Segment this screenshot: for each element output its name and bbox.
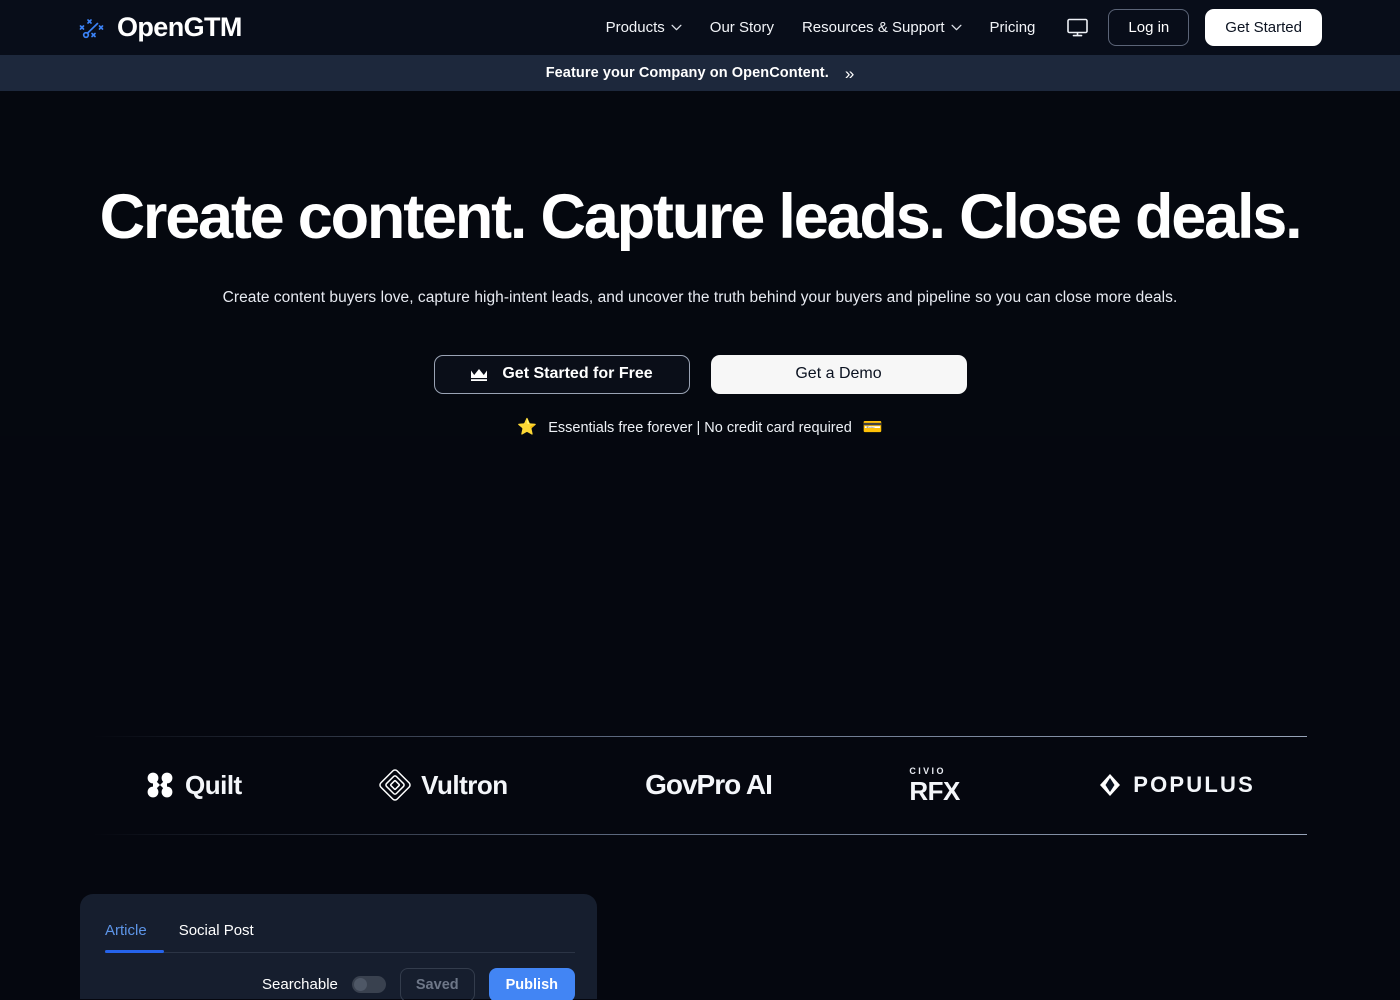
site-header: OpenGTM Products Our Story Resources & S… [0,0,1400,55]
nav-item-products[interactable]: Products [592,11,696,44]
get-a-demo-button[interactable]: Get a Demo [710,354,967,394]
nav-item-pricing[interactable]: Pricing [976,11,1050,44]
populus-diamond-icon [1100,774,1121,797]
main-nav: Products Our Story Resources & Support P… [592,9,1322,46]
toggle-knob [353,978,367,992]
tab-social-post[interactable]: Social Post [179,922,254,952]
login-button[interactable]: Log in [1108,9,1190,46]
monitor-button[interactable] [1055,10,1100,45]
nav-label: Our Story [709,19,774,36]
brand-name: OpenGTM [117,12,242,42]
searchable-label: Searchable [262,976,338,994]
editor-actions: Searchable Saved Publish [105,967,575,1000]
tab-article[interactable]: Article [105,922,147,952]
divider-bottom [93,833,1307,835]
announcement-text: Feature your Company on OpenContent. [545,65,829,81]
quilt-flower-icon [147,772,173,798]
hero-subheadline: Create content buyers love, capture high… [222,288,1178,306]
hero-section: Create content. Capture leads. Close dea… [0,91,1400,436]
nav-label: Pricing [989,19,1036,36]
nav-item-our-story[interactable]: Our Story [696,11,788,44]
double-chevron-right-icon: » [844,63,855,83]
logo-govpro-ai[interactable]: GovPro AI [645,769,773,801]
playbook-strategy-icon [79,18,104,38]
nav-item-resources-support[interactable]: Resources & Support [788,11,976,44]
logo-label: Quilt [185,770,242,801]
crown-icon [471,368,488,381]
hero-note: ⭐ Essentials free forever | No credit ca… [0,418,1400,436]
vultron-diamond-icon [379,769,411,802]
logo-sublabel: CIVIO [909,765,946,776]
nav-label: Products [605,19,665,36]
hero-cta-row: Get Started for Free Get a Demo [0,354,1400,394]
logo-label: RFX [909,775,960,806]
get-started-button[interactable]: Get Started [1205,9,1322,46]
brand-logo[interactable]: OpenGTM [78,14,242,41]
editor-card: Article Social Post Searchable Saved Pub… [80,893,597,1000]
chevron-down-icon [671,24,682,31]
editor-tabs: Article Social Post [105,922,575,953]
publish-button[interactable]: Publish [488,967,575,1000]
logo-label: GovPro AI [645,769,773,801]
logo-civio-rfx[interactable]: CIVIO RFX [909,765,960,806]
logo-strip-section: Quilt Vultron GovPro AI CIVIO RFX POPULU… [0,735,1400,835]
logo-vultron[interactable]: Vultron [379,769,508,802]
credit-card-icon: 💳 [862,418,883,436]
get-started-for-free-button[interactable]: Get Started for Free [433,354,690,394]
nav-label: Resources & Support [801,19,945,36]
saved-button[interactable]: Saved [399,967,475,1000]
logo-label-stack: CIVIO RFX [909,765,960,806]
logo-label: Vultron [421,770,508,801]
announcement-bar[interactable]: Feature your Company on OpenContent. » [0,55,1400,91]
star-icon: ⭐ [517,418,538,436]
get-started-for-free-label: Get Started for Free [502,365,653,383]
searchable-toggle[interactable] [351,976,386,994]
logo-populus[interactable]: POPULUS [1097,772,1255,798]
chevron-down-icon [951,24,962,31]
logo-quilt[interactable]: Quilt [145,770,242,800]
logo-label: POPULUS [1133,772,1255,798]
page-title: Create content. Capture leads. Close dea… [99,182,1303,252]
hero-note-text: Essentials free forever | No credit card… [548,419,852,436]
customer-logos: Quilt Vultron GovPro AI CIVIO RFX POPULU… [93,737,1307,834]
monitor-icon [1067,18,1089,37]
